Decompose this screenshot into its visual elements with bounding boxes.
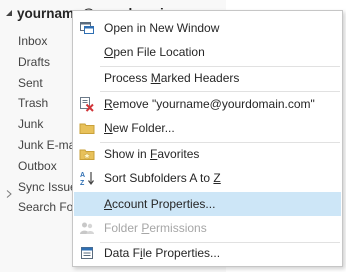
menu-item-process-marked-headers[interactable]: Process Marked Headers: [74, 66, 341, 90]
permissions-icon: [79, 220, 95, 236]
menu-item-folder-permissions: Folder Permissions: [74, 216, 341, 240]
folder-label: Outbox: [18, 158, 57, 173]
menu-item-new-folder[interactable]: New Folder...: [74, 116, 341, 140]
menu-item-show-in-favorites[interactable]: Show in Favorites: [74, 142, 341, 166]
menu-item-label: New Folder...: [104, 121, 175, 135]
menu-item-label: Data File Properties...: [104, 246, 221, 260]
sort-az-icon: A Z: [79, 170, 95, 186]
svg-text:A: A: [80, 172, 85, 179]
menu-item-label: Folder Permissions: [104, 221, 207, 235]
collapse-caret-icon[interactable]: [4, 8, 14, 18]
menu-item-label: Remove "yourname@yourdomain.com": [104, 97, 315, 111]
menu-item-remove-account[interactable]: Remove "yourname@yourdomain.com": [74, 92, 341, 116]
remove-account-icon: [79, 96, 95, 112]
folder-label: Trash: [18, 96, 49, 111]
menu-item-data-file-properties[interactable]: Data File Properties...: [74, 241, 341, 265]
new-window-icon: [79, 20, 95, 36]
menu-item-label: Sort Subfolders A to Z: [104, 171, 221, 185]
data-file-icon: [79, 245, 95, 261]
folder-icon: [79, 120, 95, 136]
folder-label: Sent: [18, 75, 43, 90]
menu-item-open-file-location[interactable]: Open File Location: [74, 40, 341, 64]
menu-item-sort-subfolders[interactable]: A Z Sort Subfolders A to Z: [74, 166, 341, 190]
menu-item-label: Account Properties...: [104, 197, 216, 211]
menu-item-open-new-window[interactable]: Open in New Window: [74, 16, 341, 40]
menu-item-label: Open in New Window: [104, 21, 220, 35]
svg-text:Z: Z: [80, 180, 85, 186]
folder-label: Inbox: [18, 34, 48, 48]
menu-item-label: Process Marked Headers: [104, 71, 240, 85]
context-menu: Open in New Window Open File Location Pr…: [72, 10, 343, 267]
folder-label: Drafts: [18, 54, 51, 69]
menu-item-label: Show in Favorites: [104, 147, 200, 161]
favorites-icon: [79, 146, 95, 162]
folder-label: Junk: [18, 117, 44, 132]
menu-item-label: Open File Location: [104, 45, 205, 59]
expand-arrow-icon[interactable]: [6, 184, 12, 198]
menu-item-account-properties[interactable]: Account Properties...: [74, 192, 341, 216]
